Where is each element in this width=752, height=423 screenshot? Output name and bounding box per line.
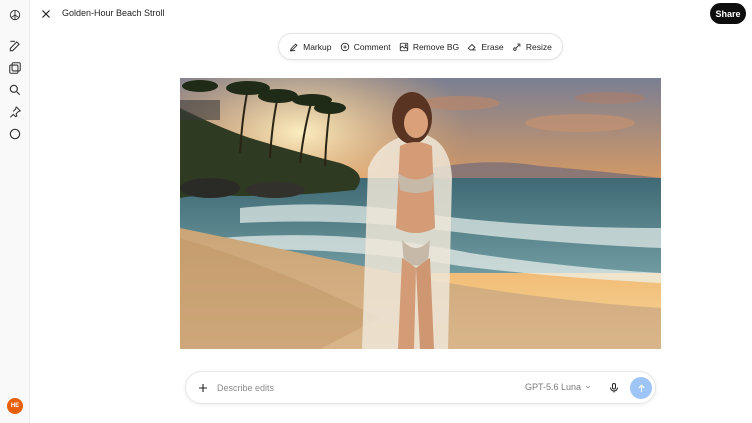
cloud — [420, 96, 500, 110]
comment-label: Comment — [353, 41, 391, 52]
comment-icon — [340, 42, 349, 51]
remove-bg-icon — [399, 42, 408, 51]
plus-icon — [199, 384, 207, 392]
search-icon[interactable] — [6, 81, 24, 99]
model-selector[interactable]: GPT-5.6 Luna — [525, 382, 592, 392]
chevron-down-icon — [585, 385, 591, 389]
resize-button[interactable]: Resize — [512, 42, 552, 52]
pin-icon[interactable] — [6, 103, 24, 121]
close-icon — [42, 10, 50, 18]
markup-icon — [290, 42, 298, 52]
edit-toolbar: Markup Comment Remove BG Erase Resize — [278, 33, 563, 60]
cloud — [575, 92, 645, 104]
gallery-icon[interactable] — [6, 59, 24, 77]
edit-composer: GPT-5.6 Luna — [185, 371, 656, 404]
describe-edits-input[interactable] — [217, 380, 477, 396]
new-chat-icon[interactable] — [6, 37, 24, 55]
rocks — [180, 178, 240, 198]
send-button[interactable] — [630, 377, 652, 399]
resize-label: Resize — [525, 41, 552, 52]
circle-icon[interactable] — [6, 125, 24, 143]
chatgpt-logo-icon[interactable] — [6, 6, 24, 24]
sidebar-rail: HE — [0, 0, 30, 423]
page-title: Golden-Hour Beach Stroll — [62, 8, 165, 18]
markup-label: Markup — [303, 41, 332, 52]
rocks — [245, 182, 305, 198]
eraser-icon — [467, 43, 477, 50]
microphone-button[interactable] — [606, 380, 622, 396]
erase-label: Erase — [481, 41, 504, 52]
close-button[interactable] — [38, 6, 54, 22]
cloud — [525, 114, 635, 132]
image-editor-app: HE Golden-Hour Beach Stroll Share Markup… — [0, 0, 752, 423]
add-attachment-button[interactable] — [195, 380, 211, 396]
avatar[interactable]: HE — [7, 398, 23, 414]
building — [180, 100, 220, 120]
resize-icon — [513, 43, 521, 51]
remove-bg-label: Remove BG — [412, 41, 460, 52]
arrow-up-icon — [637, 384, 645, 392]
markup-button[interactable]: Markup — [289, 42, 331, 52]
microphone-icon — [610, 383, 618, 393]
share-button[interactable]: Share — [710, 3, 746, 24]
edited-photo[interactable] — [180, 78, 661, 349]
model-label: GPT-5.6 Luna — [525, 382, 582, 392]
remove-bg-button[interactable]: Remove BG — [399, 42, 459, 52]
erase-button[interactable]: Erase — [467, 41, 504, 52]
comment-button[interactable]: Comment — [340, 42, 391, 52]
